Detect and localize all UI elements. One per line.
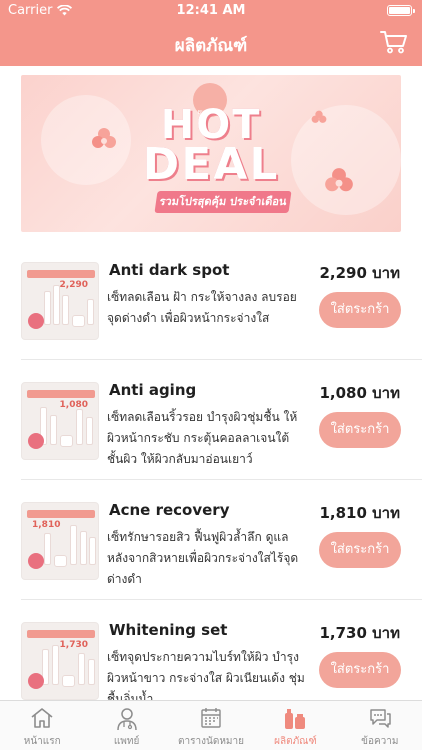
product-bottles-icon (285, 709, 306, 729)
tab-label: แพทย์ (113, 736, 140, 747)
product-description: เซ็ทลดเลือนริ้วรอย บำรุงผิวชุ่มชื้น ให้ผ… (107, 410, 298, 466)
tab-label: ข้อความ (361, 736, 399, 747)
page-title: ผลิตภัณฑ์ (174, 36, 248, 56)
tab-label: ตารางนัดหมาย (178, 736, 244, 747)
list-item[interactable]: 1,810 Acne recovery 1,810 บาท เซ็ทรักษาร… (0, 480, 422, 600)
add-to-cart-button[interactable]: ใส่ตระกร้า (319, 532, 401, 568)
add-to-cart-button[interactable]: ใส่ตระกร้า (319, 292, 401, 328)
product-image: 1,810 (21, 502, 99, 580)
product-image-price: 1,730 (59, 640, 88, 650)
calendar-icon (201, 708, 221, 728)
list-item[interactable]: 1,730 Whitening set 1,730 บาท เซ็ทจุดประ… (0, 600, 422, 706)
product-name: Acne recovery (109, 501, 230, 519)
tab-messages[interactable]: ข้อความ (338, 701, 422, 750)
product-name: Anti aging (109, 381, 197, 399)
product-name: Whitening set (109, 621, 228, 639)
list-item[interactable]: 2,290 Anti dark spot 2,290 บาท เซ็ทลดเลื… (0, 240, 422, 360)
list-item[interactable]: 1,080 Anti aging 1,080 บาท เซ็ทลดเลือนริ… (0, 360, 422, 480)
tab-label: หน้าแรก (23, 736, 61, 747)
product-image: 2,290 (21, 262, 99, 340)
bottom-tab-bar: หน้าแรก แพทย์ ตารางนัดหมาย ผลิตภัณฑ์ ข้อ… (0, 700, 422, 750)
product-image-price: 1,080 (59, 400, 88, 410)
tab-doctor[interactable]: แพทย์ (84, 701, 168, 750)
product-price: 2,290 บาท (319, 264, 400, 282)
product-price: 1,730 บาท (319, 624, 400, 642)
banner-subtitle: รวมโปรสุดคุ้ม ประจำเดือน (154, 191, 292, 213)
tab-appointments[interactable]: ตารางนัดหมาย (169, 701, 253, 750)
chat-bubbles-icon (370, 709, 391, 728)
product-description: เซ็ทรักษารอยสิว ฟื้นฟูผิวล้ำลึก ดูแลหลัง… (107, 530, 299, 586)
shopping-cart-icon[interactable] (380, 30, 408, 54)
product-price: 1,080 บาท (319, 384, 400, 402)
battery-icon (387, 5, 415, 16)
add-to-cart-button[interactable]: ใส่ตระกร้า (319, 412, 401, 448)
product-price: 1,810 บาท (319, 504, 400, 522)
navigation-header: Carrier 12:41 AM ผลิตภัณฑ์ (0, 0, 422, 66)
banner-headline-deal: DEAL (142, 139, 280, 190)
product-description: เซ็ทลดเลือน ฝ้า กระให้จางลง ลบรอยจุดด่าง… (107, 290, 297, 325)
product-image: 1,730 (21, 622, 99, 700)
tab-products[interactable]: ผลิตภัณฑ์ (253, 701, 337, 750)
status-time: 12:41 AM (176, 3, 246, 18)
doctor-icon (116, 708, 137, 731)
add-to-cart-button[interactable]: ใส่ตระกร้า (319, 652, 401, 688)
product-image-price: 2,290 (59, 280, 88, 290)
status-bar: Carrier 12:41 AM (0, 0, 422, 22)
tab-label: ผลิตภัณฑ์ (274, 736, 317, 747)
home-icon (31, 708, 53, 728)
product-image: 1,080 (21, 382, 99, 460)
product-image-price: 1,810 (32, 520, 61, 530)
hot-deal-banner[interactable]: BLOSSOM HOT DEAL รวมโปรสุดคุ้ม ประจำเดือ… (21, 75, 401, 232)
tab-home[interactable]: หน้าแรก (0, 701, 84, 750)
product-name: Anti dark spot (109, 261, 230, 279)
